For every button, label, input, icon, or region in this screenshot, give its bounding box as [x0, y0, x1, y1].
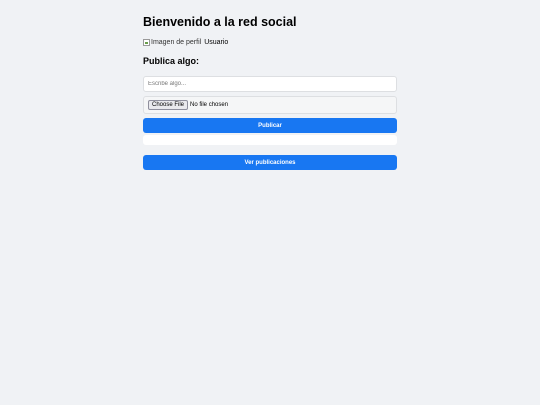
- main-container: Bienvenido a la red social Imagen de per…: [143, 12, 397, 170]
- broken-image-icon: [143, 38, 150, 46]
- file-status-text: No file chosen: [190, 102, 229, 108]
- posts-feed: [143, 135, 397, 145]
- profile-image-alt: Imagen de perfil: [151, 38, 202, 46]
- choose-file-button[interactable]: Choose File: [148, 100, 189, 110]
- publish-button[interactable]: Publicar: [143, 118, 397, 133]
- profile-username: Usuario: [204, 38, 229, 46]
- post-form-heading: Publica algo:: [143, 56, 200, 66]
- profile-image: Imagen de perfil: [143, 38, 202, 46]
- post-text-input[interactable]: [143, 76, 397, 92]
- page-title: Bienvenido a la red social: [143, 15, 297, 29]
- file-input-container: Choose File No file chosen: [143, 96, 397, 114]
- view-posts-button[interactable]: Ver publicaciones: [143, 155, 397, 170]
- profile-section: Imagen de perfil Usuario: [143, 36, 397, 48]
